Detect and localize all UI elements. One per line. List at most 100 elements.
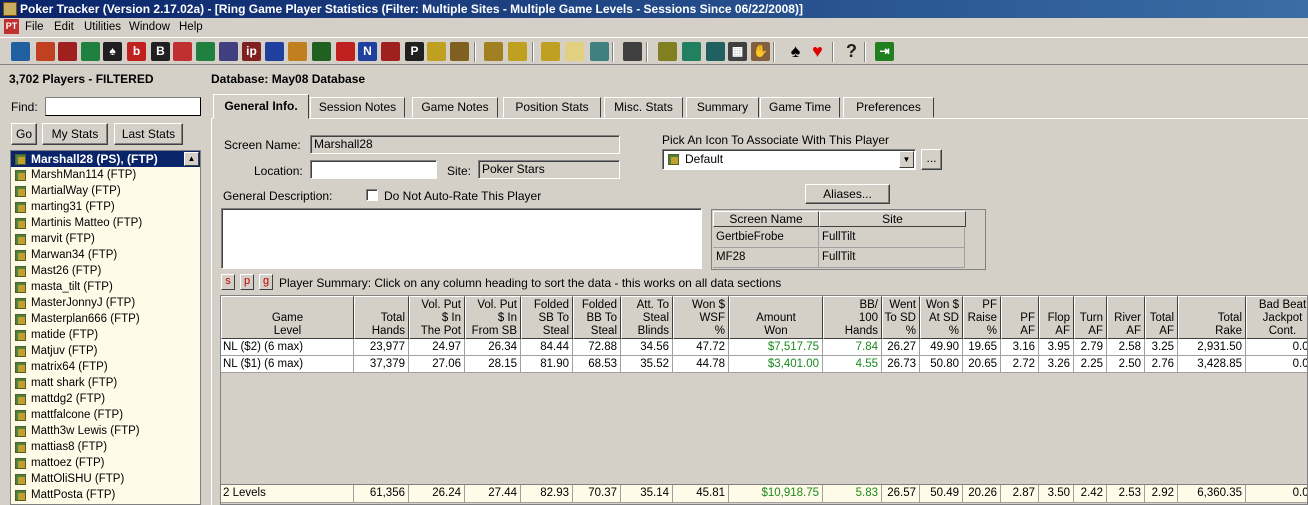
save-icon[interactable] <box>623 42 642 61</box>
description-textarea[interactable] <box>221 208 702 269</box>
alias-cell[interactable]: GertbieFrobe <box>713 228 819 248</box>
chip-icon[interactable] <box>173 42 192 61</box>
player-list-item[interactable]: mattdg2 (FTP) <box>11 391 200 407</box>
column-header[interactable]: Flop AF <box>1039 296 1074 339</box>
player-list-item[interactable]: MasterJonnyJ (FTP) <box>11 295 200 311</box>
my-stats-button[interactable]: My Stats <box>42 123 108 145</box>
alias-header-site[interactable]: Site <box>819 211 966 227</box>
alias-cell[interactable]: FullTilt <box>819 228 965 248</box>
menu-utilities[interactable]: Utilities <box>84 18 121 36</box>
b2-icon[interactable]: B <box>151 42 170 61</box>
alias-cell[interactable]: MF28 <box>713 248 819 268</box>
scroll-up-arrow-icon[interactable]: ▲ <box>184 152 199 166</box>
column-header[interactable]: Won $ At SD% <box>920 296 963 339</box>
table-row[interactable]: NL ($2) (6 max) 23,977 24.97 26.34 84.44 72.8… <box>221 339 1307 356</box>
exit-icon[interactable]: ⇥ <box>875 42 894 61</box>
find-input[interactable] <box>45 97 201 116</box>
player-list-item[interactable]: Marwan34 (FTP) <box>11 247 200 263</box>
ip-icon[interactable]: ip <box>242 42 261 61</box>
player-list-item[interactable]: MattOliSHU (FTP) <box>11 471 200 487</box>
player-list-item[interactable]: marvit (FTP) <box>11 231 200 247</box>
dice-icon[interactable] <box>381 42 400 61</box>
player-list-item[interactable]: mattfalcone (FTP) <box>11 407 200 423</box>
b-icon[interactable]: b <box>127 42 146 61</box>
spade-suit-icon[interactable]: ♠ <box>786 42 805 61</box>
column-header[interactable]: Folded BB To Steal <box>573 296 621 339</box>
player-list-item[interactable]: MartialWay (FTP) <box>11 183 200 199</box>
menu-help[interactable]: Help <box>179 18 203 36</box>
stats-icon[interactable] <box>58 42 77 61</box>
player-list-item[interactable]: mattias8 (FTP) <box>11 439 200 455</box>
player-list-item[interactable]: MarshMan114 (FTP) <box>11 167 200 183</box>
tab-position-stats[interactable]: Position Stats <box>503 97 601 118</box>
refresh-icon[interactable] <box>682 42 701 61</box>
trophy-icon[interactable] <box>36 42 55 61</box>
player-list[interactable]: Marshall28 (PS), (FTP) MarshMan114 (FTP) M… <box>10 150 201 505</box>
tab-session-notes[interactable]: Session Notes <box>310 97 405 118</box>
grid-icon[interactable]: ▦ <box>728 42 747 61</box>
money-icon[interactable] <box>484 42 503 61</box>
database-icon[interactable] <box>590 42 609 61</box>
player-list-item[interactable]: Matth3w Lewis (FTP) <box>11 423 200 439</box>
table-row[interactable]: NL ($1) (6 max) 37,379 27.06 28.15 81.90 68.5… <box>221 356 1307 373</box>
go-button[interactable]: Go <box>11 123 37 145</box>
player-list-item[interactable]: Martinis Matteo (FTP) <box>11 215 200 231</box>
column-header[interactable]: Amount Won <box>729 296 823 339</box>
chart-icon[interactable] <box>81 42 100 61</box>
open-folder-icon[interactable] <box>541 42 560 61</box>
last-stats-button[interactable]: Last Stats <box>114 123 183 145</box>
player-list-item[interactable]: masta_tilt (FTP) <box>11 279 200 295</box>
column-header[interactable]: PF AF <box>1001 296 1039 339</box>
column-header[interactable]: Vol. Put $ In The Pot <box>409 296 465 339</box>
poker-icon[interactable] <box>265 42 284 61</box>
trophy2-icon[interactable] <box>508 42 527 61</box>
column-header[interactable]: Total Hands <box>354 296 409 339</box>
column-header[interactable]: Went To SD% <box>882 296 920 339</box>
player-list-item[interactable]: marting31 (FTP) <box>11 199 200 215</box>
player-list-item[interactable]: Masterplan666 (FTP) <box>11 311 200 327</box>
chevron-down-icon[interactable]: ▼ <box>899 151 914 168</box>
chip2-icon[interactable] <box>288 42 307 61</box>
tab-game-time[interactable]: Game Time <box>760 97 840 118</box>
column-header[interactable]: PF Raise% <box>963 296 1001 339</box>
location-field[interactable] <box>310 160 437 179</box>
column-header[interactable]: Bad Beat Jackpot Cont. <box>1246 296 1307 339</box>
tab-summary[interactable]: Summary <box>686 97 759 118</box>
g-button[interactable]: g <box>259 274 273 290</box>
column-header[interactable]: Turn AF <box>1074 296 1107 339</box>
column-header[interactable]: Total AF <box>1145 296 1178 339</box>
menu-edit[interactable]: Edit <box>54 18 74 36</box>
menu-window[interactable]: Window <box>129 18 170 36</box>
column-header[interactable]: BB/100 Hands <box>823 296 882 339</box>
alias-header-screen-name[interactable]: Screen Name <box>713 211 819 227</box>
aliases-button[interactable]: Aliases... <box>805 184 890 204</box>
player-list-item[interactable]: Marshall28 (PS), (FTP) <box>11 151 200 167</box>
icon-select[interactable]: Default ▼ <box>662 149 916 170</box>
heart-suit-icon[interactable]: ♥ <box>808 42 827 61</box>
s-button[interactable]: s <box>221 274 235 290</box>
tab-general-info[interactable]: General Info. <box>213 94 309 119</box>
spade-icon[interactable]: ♠ <box>103 42 122 61</box>
player-list-item[interactable]: matrix64 (FTP) <box>11 359 200 375</box>
globe-icon[interactable] <box>450 42 469 61</box>
p-icon[interactable]: P <box>405 42 424 61</box>
cards-icon[interactable] <box>312 42 331 61</box>
no-autorate-checkbox[interactable] <box>366 189 378 201</box>
column-header[interactable]: Total Rake <box>1178 296 1246 339</box>
column-header[interactable]: Att. To Steal Blinds <box>621 296 673 339</box>
player-list-item[interactable]: matt shark (FTP) <box>11 375 200 391</box>
player-list-item[interactable]: Mast26 (FTP) <box>11 263 200 279</box>
column-header[interactable]: Game Level <box>221 296 354 339</box>
player-list-item[interactable]: MattPosta (FTP) <box>11 487 200 503</box>
player-icon[interactable] <box>11 42 30 61</box>
card-icon[interactable] <box>196 42 215 61</box>
player-list-item[interactable]: Matjuv (FTP) <box>11 343 200 359</box>
player-list-item[interactable]: matide (FTP) <box>11 327 200 343</box>
column-header[interactable]: Folded SB To Steal <box>521 296 573 339</box>
alias-cell[interactable]: FullTilt <box>819 248 965 268</box>
gear-icon[interactable] <box>658 42 677 61</box>
icon-browse-button[interactable]: ... <box>921 149 942 170</box>
tab-misc-stats[interactable]: Misc. Stats <box>604 97 683 118</box>
table-icon[interactable] <box>219 42 238 61</box>
gamble-icon[interactable] <box>336 42 355 61</box>
